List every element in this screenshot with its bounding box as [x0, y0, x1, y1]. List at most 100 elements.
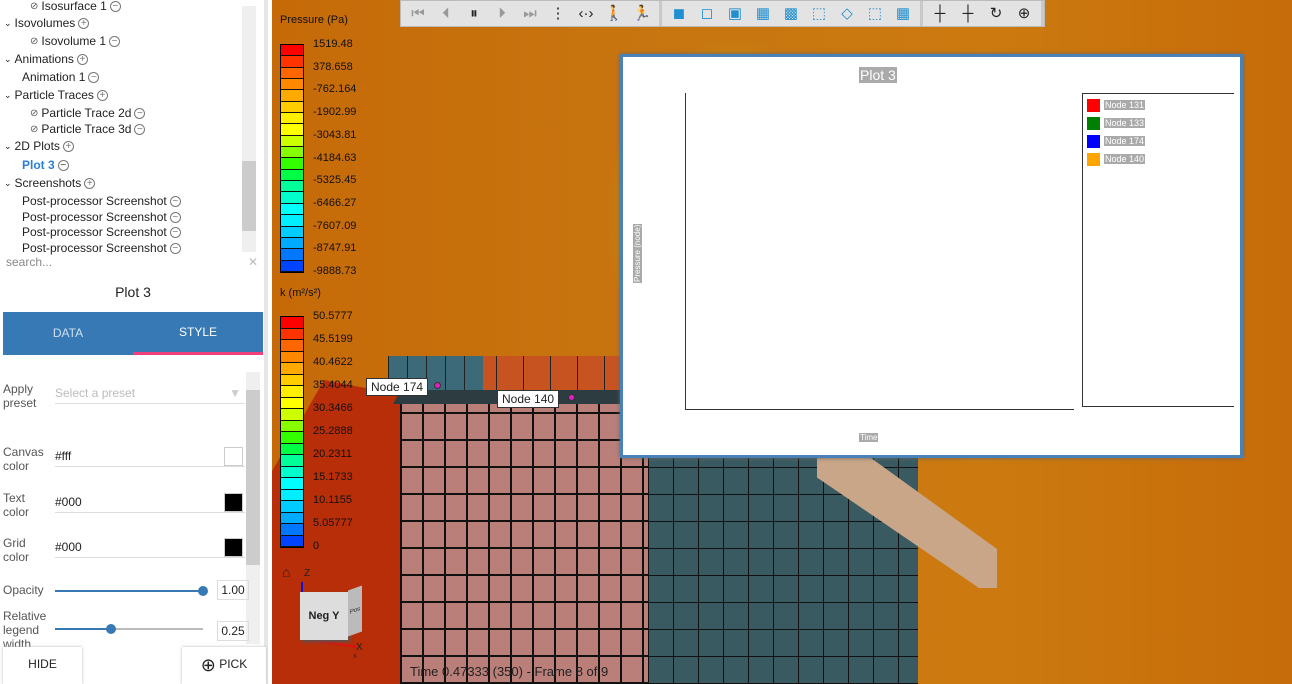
- chevron-down-icon[interactable]: ⌄: [4, 54, 12, 65]
- run-icon[interactable]: 🏃: [631, 3, 653, 25]
- pause-icon[interactable]: ⏸: [463, 3, 485, 25]
- remove-icon[interactable]: −: [169, 195, 181, 207]
- remove-icon[interactable]: −: [134, 107, 146, 119]
- text-color-input[interactable]: #000: [55, 491, 245, 513]
- text-color-swatch[interactable]: [224, 493, 243, 512]
- remove-icon[interactable]: −: [134, 123, 146, 135]
- legend-width-input[interactable]: 0.25: [217, 621, 249, 641]
- eye-slash-icon[interactable]: ⊘: [30, 124, 38, 135]
- add-icon[interactable]: +: [76, 53, 88, 65]
- grid-color-input[interactable]: #000: [55, 536, 245, 558]
- plot-legend-item[interactable]: Node 140: [1087, 152, 1234, 166]
- tree-item[interactable]: ⊘ Isovolume 1−: [30, 34, 121, 48]
- outline-icon[interactable]: ◇: [836, 3, 858, 25]
- chevron-down-icon[interactable]: ⌄: [4, 178, 12, 189]
- add-icon[interactable]: +: [84, 177, 96, 189]
- node-140-marker[interactable]: [568, 394, 575, 401]
- remove-icon[interactable]: −: [169, 242, 181, 254]
- tree-item[interactable]: Animation 1−: [22, 70, 100, 84]
- grid-color-swatch[interactable]: [224, 538, 243, 557]
- plot-legend-item[interactable]: Node 131: [1087, 98, 1234, 112]
- remove-icon[interactable]: −: [88, 71, 100, 83]
- legend-label: Node 174: [1104, 136, 1146, 146]
- tree-item[interactable]: ⊘ Particle Trace 2d −: [30, 106, 146, 120]
- tree-item-label: Isovolumes: [14, 16, 76, 30]
- node-174-label[interactable]: Node 174: [366, 378, 429, 396]
- add-icon[interactable]: +: [78, 17, 90, 29]
- probe-element-icon[interactable]: ┼: [957, 3, 979, 25]
- preset-select[interactable]: Select a preset ▼: [55, 382, 245, 404]
- add-icon[interactable]: +: [62, 140, 74, 152]
- eye-slash-icon[interactable]: ⊘: [30, 36, 38, 47]
- tree-item[interactable]: Post-processor Screenshot −: [22, 225, 181, 239]
- eye-slash-icon[interactable]: ⊘: [30, 1, 38, 12]
- chevron-down-icon[interactable]: ⌄: [4, 141, 12, 152]
- tree-scrollbar[interactable]: [242, 6, 256, 252]
- canvas-color-swatch[interactable]: [224, 447, 243, 466]
- clear-search-icon[interactable]: ✕: [248, 255, 258, 269]
- pick-center-icon[interactable]: ⊕: [1013, 3, 1035, 25]
- tree-search-input[interactable]: search... ✕: [6, 255, 260, 273]
- points-icon[interactable]: ⬚: [864, 3, 886, 25]
- first-frame-icon[interactable]: ⏮: [407, 3, 429, 25]
- legend-width-slider[interactable]: [55, 624, 203, 634]
- tree-group[interactable]: ⌄ Animations +: [4, 52, 88, 66]
- plot-legend-item[interactable]: Node 174: [1087, 134, 1234, 148]
- plot-window[interactable]: Plot 3 Pressure (node) Time Node 131 Node…: [620, 54, 1243, 458]
- shaded-outline-icon[interactable]: ▩: [780, 3, 802, 25]
- node-174-marker[interactable]: [434, 382, 441, 389]
- colorbar-tick-label: 5.05777: [313, 517, 353, 529]
- rotate-axis-icon[interactable]: ↻: [985, 3, 1007, 25]
- remove-icon[interactable]: −: [57, 159, 69, 171]
- tree-item[interactable]: Post-processor Screenshot −: [22, 194, 181, 208]
- mesh-icon[interactable]: ▦: [892, 3, 914, 25]
- tab-data[interactable]: DATA: [3, 312, 133, 355]
- legend-label: Node 131: [1104, 100, 1146, 110]
- view-cube-front[interactable]: Neg Y: [300, 592, 348, 640]
- style-scrollbar[interactable]: [246, 372, 260, 644]
- remove-icon[interactable]: −: [109, 0, 121, 12]
- last-frame-icon[interactable]: ⏭: [519, 3, 541, 25]
- remove-icon[interactable]: −: [169, 211, 181, 223]
- add-icon[interactable]: +: [96, 89, 108, 101]
- tree-item[interactable]: Post-processor Screenshot −: [22, 210, 181, 224]
- view-cube-side[interactable]: Pos X: [348, 585, 362, 661]
- tree-item[interactable]: Plot 3−: [22, 158, 69, 172]
- tree-item-label: Post-processor Screenshot: [22, 210, 167, 224]
- tree-group[interactable]: ⌄ Particle Traces +: [4, 88, 108, 102]
- prev-frame-icon[interactable]: ⏴: [435, 3, 457, 25]
- shaded-edges-icon[interactable]: ▣: [724, 3, 746, 25]
- tree-item[interactable]: ⊘ Isosurface 1−: [30, 0, 121, 13]
- tree-group[interactable]: ⌄ Isovolumes +: [4, 16, 90, 30]
- plot-legend-item[interactable]: Node 133: [1087, 116, 1234, 130]
- opacity-slider[interactable]: [55, 586, 208, 596]
- home-icon[interactable]: ⌂: [282, 564, 290, 580]
- pick-button[interactable]: ⊕ PICK: [182, 647, 266, 684]
- canvas-color-input[interactable]: #fff: [55, 445, 245, 467]
- probe-point-icon[interactable]: ┼: [929, 3, 951, 25]
- remove-icon[interactable]: −: [169, 226, 181, 238]
- tree-group[interactable]: ⌄ 2D Plots +: [4, 139, 74, 153]
- chevron-down-icon[interactable]: ⌄: [4, 18, 12, 29]
- hide-button[interactable]: HIDE: [3, 647, 82, 684]
- more-icon[interactable]: ⋮: [547, 3, 569, 25]
- shaded-icon[interactable]: ◼: [668, 3, 690, 25]
- color-swatch: [281, 351, 303, 363]
- wireframe-icon[interactable]: ⬚: [808, 3, 830, 25]
- tree-group[interactable]: ⌄ Screenshots +: [4, 176, 96, 190]
- node-140-label[interactable]: Node 140: [497, 390, 560, 408]
- eye-slash-icon[interactable]: ⊘: [30, 108, 38, 119]
- fit-icon[interactable]: ‹·›: [575, 3, 597, 25]
- walk-icon[interactable]: 🚶: [603, 3, 625, 25]
- shaded-mesh-icon[interactable]: ▦: [752, 3, 774, 25]
- opacity-input[interactable]: 1.00: [217, 580, 249, 600]
- 3d-viewport[interactable]: ⏮ ⏴ ⏸ ⏵ ⏭ ⋮ ‹·› 🚶 🏃 ◼ ◻ ▣ ▦ ▩ ⬚ ◇ ⬚ ▦ ┼ ┼ ↻ ⊕ Pressure (Pa) 1…: [272, 0, 1292, 684]
- tree-item[interactable]: Post-processor Screenshot −: [22, 241, 181, 255]
- tab-style[interactable]: STYLE: [133, 312, 263, 355]
- tree-item[interactable]: ⊘ Particle Trace 3d −: [30, 122, 146, 136]
- remove-icon[interactable]: −: [109, 35, 121, 47]
- next-frame-icon[interactable]: ⏵: [491, 3, 513, 25]
- shaded-light-icon[interactable]: ◻: [696, 3, 718, 25]
- colorbar-tick-label: -3043.81: [313, 128, 357, 141]
- chevron-down-icon[interactable]: ⌄: [4, 90, 12, 101]
